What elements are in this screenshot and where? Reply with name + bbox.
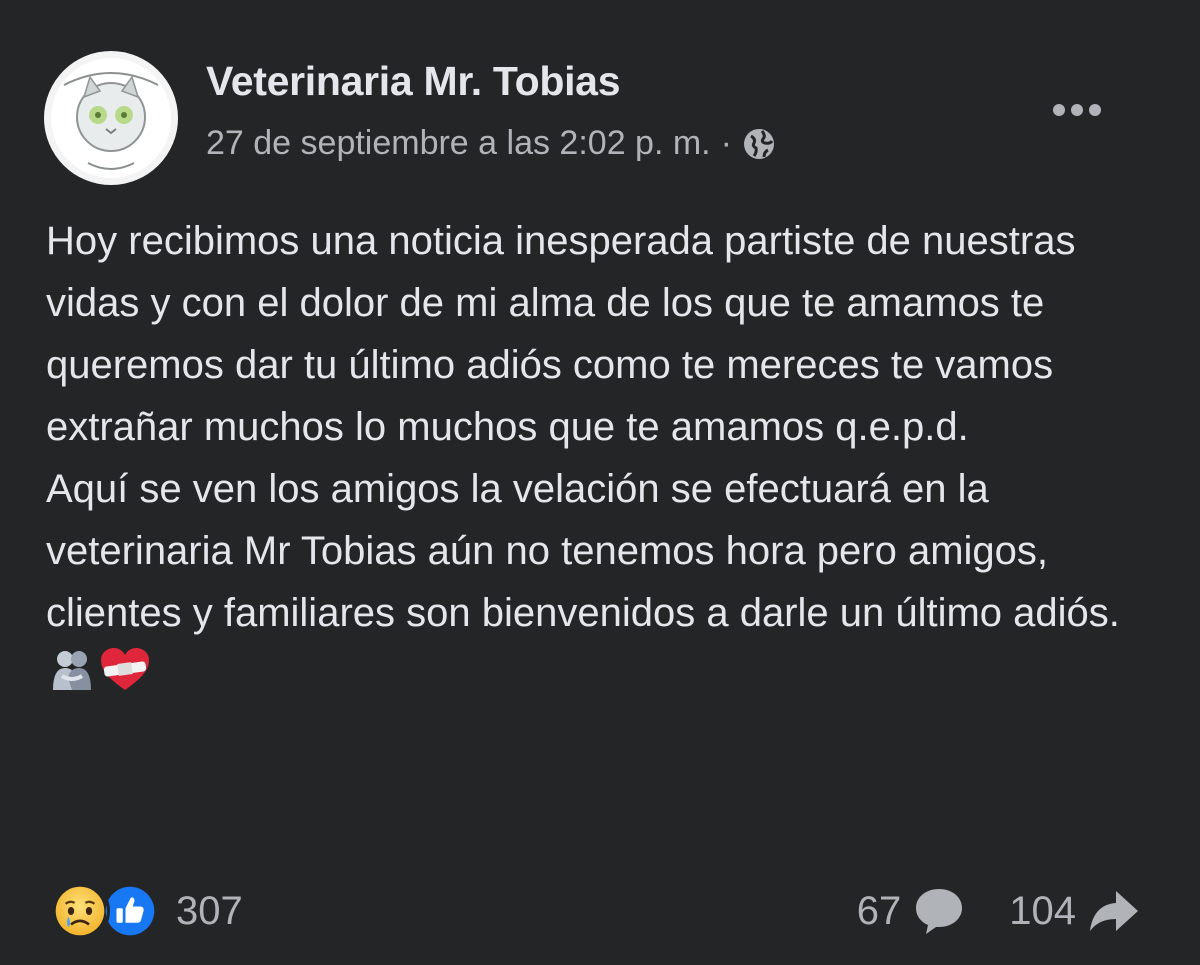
more-dot [1089, 104, 1101, 116]
people-hugging-emoji [48, 646, 96, 712]
post-card: Veterinaria Mr. Tobias 27 de septiembre … [0, 0, 1200, 965]
post-message: Hoy recibimos una noticia inesperada par… [46, 219, 1120, 635]
meta-separator: · [720, 124, 732, 162]
more-options-button[interactable] [1046, 88, 1108, 132]
avatar-logo-icon [51, 58, 171, 178]
share-count[interactable]: 104 [1009, 889, 1076, 934]
post-text: Hoy recibimos una noticia inesperada par… [46, 210, 1166, 712]
mending-heart-emoji [98, 646, 152, 712]
sad-reaction-icon [50, 881, 110, 941]
engagement-summary: 67 104 [857, 878, 1142, 944]
post-timestamp[interactable]: 27 de septiembre a las 2:02 p. m. [206, 124, 711, 163]
reactions-summary[interactable]: 307 [50, 878, 243, 944]
more-horizontal-icon [1053, 104, 1065, 116]
page-name-link[interactable]: Veterinaria Mr. Tobias [206, 58, 621, 105]
reaction-count: 307 [176, 888, 243, 933]
page-avatar[interactable] [44, 51, 178, 185]
comment-icon[interactable] [911, 883, 967, 939]
globe-icon[interactable] [742, 127, 776, 161]
more-dot [1071, 104, 1083, 116]
comment-count[interactable]: 67 [857, 889, 902, 934]
share-icon[interactable] [1086, 883, 1142, 939]
post-meta: 27 de septiembre a las 2:02 p. m. · [206, 124, 776, 163]
